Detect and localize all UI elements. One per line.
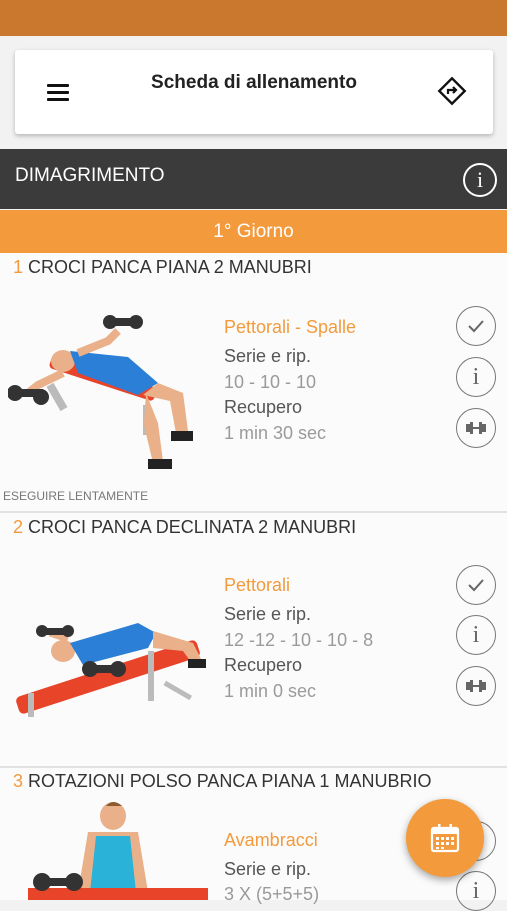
program-title: DIMAGRIMENTO: [15, 165, 165, 186]
exercise-illustration: [16, 623, 206, 717]
program-header: DIMAGRIMENTO i: [0, 149, 507, 209]
rest-value: 1 min 0 sec: [224, 681, 317, 701]
exercise-card[interactable]: 1 CROCI PANCA PIANA 2 MANUBRI Pettorali …: [0, 253, 507, 513]
exercise-muscles: Pettorali - Spalle: [224, 317, 357, 337]
exercise-muscles: Pettorali: [224, 575, 291, 595]
check-icon[interactable]: [456, 565, 496, 605]
exercise-illustration: [8, 315, 193, 469]
exercise-title: 3 ROTAZIONI POLSO PANCA PIANA 1 MANUBRIO: [13, 771, 432, 791]
exercise-card[interactable]: 2 CROCI PANCA DECLINATA 2 MANUBRI Pettor…: [0, 513, 507, 768]
sets-value: 3 X (5+5+5): [224, 884, 320, 904]
check-icon[interactable]: [456, 306, 496, 346]
exercise-note: ESEGUIRE LENTAMENTE: [3, 489, 149, 503]
rest-label: Recupero: [224, 397, 303, 417]
info-icon[interactable]: i: [456, 357, 496, 397]
toolbar-title: Scheda di allenamento: [151, 72, 357, 93]
info-icon[interactable]: i: [456, 871, 496, 911]
rest-value: 1 min 30 sec: [224, 423, 327, 443]
sets-label: Serie e rip.: [224, 859, 312, 879]
exercise-muscles: Avambracci: [224, 830, 318, 850]
status-bar: [0, 0, 507, 36]
exercise-illustration: [28, 802, 208, 900]
info-icon[interactable]: i: [456, 615, 496, 655]
exercise-title: 2 CROCI PANCA DECLINATA 2 MANUBRI: [13, 517, 357, 537]
rest-label: Recupero: [224, 655, 303, 675]
sets-label: Serie e rip.: [224, 604, 312, 624]
day-tab[interactable]: 1° Giorno: [0, 210, 507, 253]
sets-value: 10 - 10 - 10: [224, 372, 317, 392]
dumbbell-icon[interactable]: [456, 666, 496, 706]
calendar-icon: [430, 824, 460, 853]
sets-value: 12 -12 - 10 - 10 - 8: [224, 630, 374, 650]
dumbbell-icon[interactable]: [456, 408, 496, 448]
exercise-title: 1 CROCI PANCA PIANA 2 MANUBRI: [13, 257, 312, 277]
directions-icon[interactable]: [437, 76, 467, 106]
app-toolbar: Scheda di allenamento: [15, 50, 493, 134]
program-info-button[interactable]: i: [463, 163, 497, 197]
sets-label: Serie e rip.: [224, 346, 312, 366]
calendar-fab-button[interactable]: [406, 799, 484, 877]
